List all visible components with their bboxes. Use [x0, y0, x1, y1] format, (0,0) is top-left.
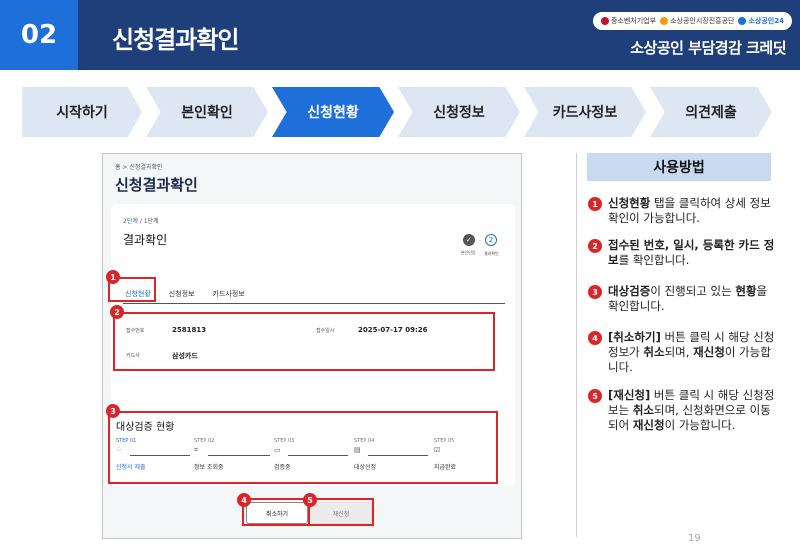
brand-title: 소상공인 부담경감 크레딧 — [630, 39, 786, 57]
usage-note-1: 1 신청현황 탭을 클릭하여 상세 정보 확인이 가능합니다. — [588, 196, 778, 226]
marker-1: 1 — [106, 270, 120, 284]
tab-info[interactable]: 신청정보 — [167, 289, 197, 299]
org-logos: 중소벤처기업부 소상공인시장진흥공단 소상공인24 — [592, 12, 792, 30]
note-emphasis: 신청현황 — [608, 196, 651, 210]
note-segment: 이 가능합니다. — [664, 418, 736, 432]
note-emphasis: [취소하기] — [608, 330, 661, 344]
mini-progress: ✓ 본인인증 - 2 결과확인 — [460, 234, 499, 256]
panel-divider — [576, 153, 577, 537]
check-icon: ✓ 본인인증 — [460, 234, 476, 255]
page-title: 신청결과확인 — [112, 26, 239, 54]
marker-2: 2 — [110, 305, 124, 319]
usage-note-3: 3 대상검증이 진행되고 있는 현황을 확인합니다. — [588, 284, 778, 314]
dash-icon: - — [478, 236, 481, 244]
note-emphasis: 재신청 — [693, 345, 725, 359]
note-text: [취소하기] 버튼 클릭 시 해당 신청 정보가 취소되며, 재신청이 가능합니… — [608, 330, 778, 375]
note-number-badge: 4 — [588, 331, 602, 345]
step-count: 2단계 / 1단계 — [123, 218, 159, 225]
note-number-badge: 3 — [588, 285, 602, 299]
note-emphasis: 재신청 — [632, 418, 665, 432]
marker-5: 5 — [303, 493, 317, 507]
note-number-badge: 2 — [588, 239, 602, 253]
note-emphasis: 현황 — [735, 284, 757, 298]
step-card-info[interactable]: 카드사정보 — [524, 87, 646, 137]
tab-card[interactable]: 카드사정보 — [211, 289, 247, 299]
usage-note-2: 2 접수된 번호, 일시, 등록한 카드 정보를 확인합니다. — [588, 238, 778, 268]
org-logo-semas: 소상공인시장진흥공단 — [660, 16, 734, 26]
screenshot-title: 신청결과확인 — [115, 176, 198, 194]
section-number: 02 — [0, 0, 78, 70]
highlight-box-5 — [308, 498, 374, 526]
page-number: 19 — [688, 533, 701, 544]
usage-title: 사용방법 — [587, 153, 771, 181]
highlight-box-3 — [108, 411, 498, 484]
highlight-box-2 — [113, 312, 495, 371]
note-segment: 를 확인합니다. — [618, 253, 690, 267]
note-emphasis: 취소 — [643, 345, 665, 359]
note-number-badge: 1 — [588, 197, 602, 211]
note-text: 접수된 번호, 일시, 등록한 카드 정보를 확인합니다. — [608, 238, 778, 268]
usage-note-4: 4 [취소하기] 버튼 클릭 시 해당 신청 정보가 취소되며, 재신청이 가능합… — [588, 330, 778, 375]
note-emphasis: 대상검증 — [608, 284, 651, 298]
step-opinion[interactable]: 의견제출 — [650, 87, 772, 137]
note-emphasis: 취소 — [632, 403, 654, 417]
step-start[interactable]: 시작하기 — [22, 87, 142, 137]
process-steps: 시작하기 본인확인 신청현황 신청정보 카드사정보 의견제출 — [22, 87, 782, 137]
note-emphasis: [재신청] — [608, 388, 651, 402]
org-logo-sbiz24: 소상공인24 — [738, 16, 784, 26]
step-info[interactable]: 신청정보 — [398, 87, 520, 137]
note-text: [재신청] 버튼 클릭 시 해당 신청정보는 취소되며, 신청화면으로 이동되어… — [608, 388, 778, 433]
note-text: 대상검증이 진행되고 있는 현황을 확인합니다. — [608, 284, 778, 314]
note-segment: 되며, — [664, 345, 694, 359]
step-identity[interactable]: 본인확인 — [146, 87, 268, 137]
note-number-badge: 5 — [588, 389, 602, 403]
card-title: 결과확인 — [123, 233, 168, 247]
slide-header: 02 신청결과확인 중소벤처기업부 소상공인시장진흥공단 소상공인24 소상공인… — [0, 0, 800, 70]
highlight-box-4 — [242, 498, 310, 526]
taegeuk-icon — [600, 17, 609, 25]
note-text: 신청현황 탭을 클릭하여 상세 정보 확인이 가능합니다. — [608, 196, 778, 226]
breadcrumb: 홈 > 신청결과확인 — [115, 164, 163, 171]
note-segment: 이 진행되고 있는 — [650, 284, 736, 298]
usage-note-5: 5 [재신청] 버튼 클릭 시 해당 신청정보는 취소되며, 신청화면으로 이동되… — [588, 388, 778, 433]
marker-4: 4 — [237, 493, 251, 507]
step-status[interactable]: 신청현황 — [272, 87, 394, 137]
result-tabs: 신청현황 신청정보 카드사정보 — [123, 284, 505, 304]
step-two-indicator: 2 결과확인 — [484, 234, 499, 256]
sbiz-icon — [738, 17, 747, 25]
semas-icon — [660, 17, 669, 25]
org-logo-mss: 중소벤처기업부 — [600, 16, 656, 26]
marker-3: 3 — [106, 404, 120, 418]
